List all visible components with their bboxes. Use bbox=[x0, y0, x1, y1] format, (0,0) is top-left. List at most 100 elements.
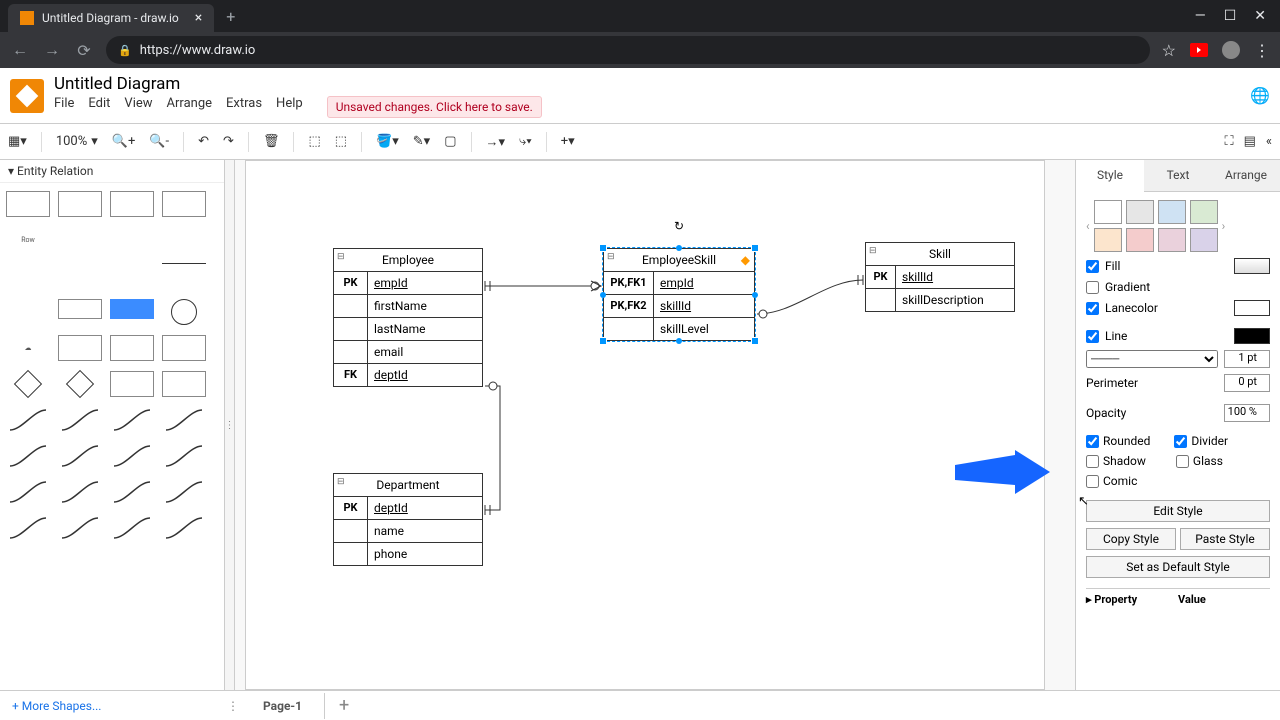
line-style-select[interactable]: ──── bbox=[1086, 350, 1218, 368]
lanecolor-checkbox[interactable] bbox=[1086, 302, 1099, 315]
document-title[interactable]: Untitled Diagram bbox=[54, 74, 542, 94]
line-width-input[interactable]: 1 pt bbox=[1224, 350, 1270, 368]
shape-field[interactable] bbox=[110, 227, 154, 253]
shape-edge[interactable] bbox=[162, 479, 206, 505]
shape-edge[interactable] bbox=[58, 515, 102, 541]
shape-entity[interactable] bbox=[58, 335, 102, 361]
swatch-next-icon[interactable]: › bbox=[1222, 219, 1226, 233]
entity-department[interactable]: ⊟Department PKdeptId name phone bbox=[333, 473, 483, 566]
collapse-icon[interactable]: ⊟ bbox=[607, 252, 615, 262]
fill-checkbox[interactable] bbox=[1086, 260, 1099, 273]
line-checkbox[interactable] bbox=[1086, 330, 1099, 343]
page-tab[interactable]: Page-1 bbox=[241, 693, 325, 719]
color-swatch[interactable] bbox=[1126, 200, 1154, 224]
shape-edge[interactable] bbox=[6, 407, 50, 433]
resize-handle[interactable] bbox=[599, 337, 607, 345]
line-color-icon[interactable]: ✎▾ bbox=[413, 134, 430, 149]
copy-style-button[interactable]: Copy Style bbox=[1086, 528, 1176, 550]
shape-edge[interactable] bbox=[58, 407, 102, 433]
redo-icon[interactable]: ↷ bbox=[223, 134, 234, 149]
tab-text[interactable]: Text bbox=[1144, 160, 1212, 191]
shape-note[interactable] bbox=[162, 371, 206, 397]
entity-skill[interactable]: ⊟Skill PKskillId skillDescription bbox=[865, 242, 1015, 312]
format-panel-icon[interactable]: ▤ bbox=[1244, 134, 1256, 149]
maximize-icon[interactable]: ☐ bbox=[1224, 8, 1237, 24]
shape-entity[interactable] bbox=[110, 335, 154, 361]
shape-circle[interactable] bbox=[162, 299, 206, 325]
shape-diamond[interactable] bbox=[6, 371, 50, 397]
divider-checkbox[interactable] bbox=[1174, 435, 1187, 448]
shape-field[interactable] bbox=[162, 227, 206, 253]
collapse-panel-icon[interactable]: « bbox=[1266, 134, 1272, 149]
shape-edge[interactable] bbox=[58, 479, 102, 505]
shape-edge[interactable] bbox=[110, 407, 154, 433]
shape-edge[interactable] bbox=[6, 515, 50, 541]
shape-row-label[interactable]: Row bbox=[6, 227, 50, 253]
paste-style-button[interactable]: Paste Style bbox=[1180, 528, 1270, 550]
shape-edge[interactable] bbox=[6, 443, 50, 469]
to-front-icon[interactable]: ⬚ bbox=[308, 134, 320, 149]
zoom-dropdown[interactable]: 100% ▾ bbox=[56, 134, 98, 149]
add-page-button[interactable]: + bbox=[325, 695, 363, 716]
canvas[interactable]: ⊟Employee PKempId firstName lastName ema… bbox=[235, 160, 1075, 690]
tab-arrange[interactable]: Arrange bbox=[1212, 160, 1280, 191]
shape-diamond[interactable] bbox=[58, 371, 102, 397]
color-swatch[interactable] bbox=[1190, 200, 1218, 224]
star-icon[interactable]: ☆ bbox=[1162, 41, 1176, 60]
shape-table[interactable] bbox=[6, 191, 50, 217]
shape-cloud[interactable]: ☁ bbox=[6, 335, 50, 361]
rotate-handle-icon[interactable]: ↻ bbox=[674, 219, 684, 233]
entity-employee[interactable]: ⊟Employee PKempId firstName lastName ema… bbox=[333, 248, 483, 387]
close-tab-icon[interactable]: × bbox=[195, 10, 202, 26]
page-menu-icon[interactable]: ⋮ bbox=[225, 699, 241, 713]
close-window-icon[interactable]: ✕ bbox=[1254, 8, 1266, 24]
menu-view[interactable]: View bbox=[124, 96, 152, 118]
unsaved-banner[interactable]: Unsaved changes. Click here to save. bbox=[327, 96, 542, 118]
collapse-icon[interactable]: ⊟ bbox=[869, 246, 877, 256]
fill-color-icon[interactable]: 🪣▾ bbox=[376, 134, 399, 149]
connection-point[interactable] bbox=[752, 292, 758, 298]
swatch-prev-icon[interactable]: ‹ bbox=[1086, 219, 1090, 233]
collapse-icon[interactable]: ⊟ bbox=[337, 477, 345, 487]
menu-file[interactable]: File bbox=[54, 96, 74, 118]
color-swatch[interactable] bbox=[1158, 228, 1186, 252]
layout-dropdown[interactable]: ▦▾ bbox=[8, 134, 27, 149]
tab-style[interactable]: Style bbox=[1076, 160, 1144, 192]
shape-edge[interactable] bbox=[110, 443, 154, 469]
forward-icon[interactable]: → bbox=[42, 40, 62, 60]
shape-field[interactable] bbox=[58, 263, 102, 289]
shape-table[interactable] bbox=[110, 191, 154, 217]
shape-box[interactable] bbox=[110, 371, 154, 397]
opacity-input[interactable]: 100 % bbox=[1224, 404, 1270, 422]
collapse-icon[interactable]: ⊟ bbox=[337, 252, 345, 262]
comic-checkbox[interactable] bbox=[1086, 475, 1099, 488]
shape-edge[interactable] bbox=[110, 515, 154, 541]
perimeter-input[interactable]: 0 pt bbox=[1224, 374, 1270, 392]
shape-divider[interactable] bbox=[162, 263, 206, 289]
shape-field[interactable] bbox=[110, 263, 154, 289]
zoom-in-icon[interactable]: 🔍+ bbox=[112, 134, 136, 149]
fill-color-well[interactable] bbox=[1234, 258, 1270, 274]
line-color-well[interactable] bbox=[1234, 328, 1270, 344]
address-bar[interactable]: 🔒 https://www.draw.io bbox=[106, 36, 1150, 64]
to-back-icon[interactable]: ⬚ bbox=[335, 134, 347, 149]
rounded-checkbox[interactable] bbox=[1086, 435, 1099, 448]
lanecolor-well[interactable] bbox=[1234, 300, 1270, 316]
shape-edge[interactable] bbox=[162, 407, 206, 433]
color-swatch[interactable] bbox=[1126, 228, 1154, 252]
shape-box[interactable] bbox=[58, 299, 102, 319]
avatar[interactable] bbox=[1222, 41, 1240, 59]
shape-section-title[interactable]: ▾ Entity Relation bbox=[0, 160, 224, 183]
undo-icon[interactable]: ↶ bbox=[198, 134, 209, 149]
connection-icon[interactable]: →▾ bbox=[486, 134, 506, 150]
glass-checkbox[interactable] bbox=[1176, 455, 1189, 468]
kebab-menu-icon[interactable]: ⋮ bbox=[1254, 41, 1270, 60]
shape-table[interactable] bbox=[162, 191, 206, 217]
set-default-style-button[interactable]: Set as Default Style bbox=[1086, 556, 1270, 578]
shape-edge[interactable] bbox=[6, 479, 50, 505]
browser-tab[interactable]: Untitled Diagram - draw.io × bbox=[8, 4, 214, 32]
connection-point[interactable] bbox=[676, 338, 682, 344]
menu-help[interactable]: Help bbox=[276, 96, 303, 118]
menu-edit[interactable]: Edit bbox=[88, 96, 110, 118]
gradient-checkbox[interactable] bbox=[1086, 281, 1099, 294]
